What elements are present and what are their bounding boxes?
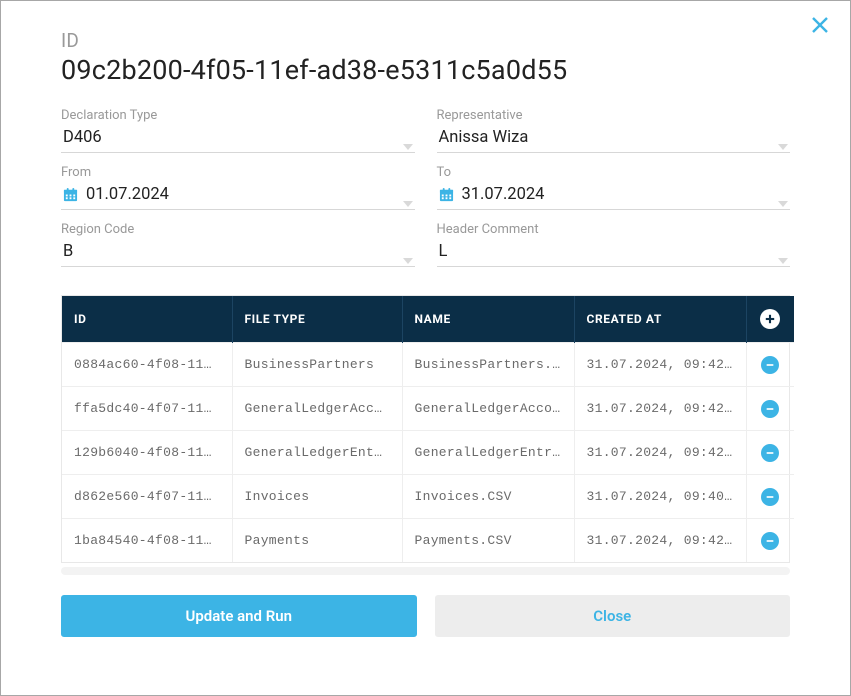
id-value: 09c2b200-4f05-11ef-ad38-e5311c5a0d55 [61, 54, 790, 86]
declaration-type-field[interactable]: Declaration Type D406 [61, 108, 415, 153]
table-row[interactable]: 129b6040-4f08-11ef…GeneralLedgerEntriesG… [62, 431, 794, 475]
field-label: Declaration Type [61, 108, 415, 123]
remove-row-button[interactable] [761, 356, 779, 374]
representative-field[interactable]: Representative Anissa Wiza [437, 108, 791, 153]
table-header-row: ID FILE TYPE NAME CREATED AT [62, 296, 794, 343]
cell-created-at: 31.07.2024, 09:42:19 [574, 343, 746, 387]
cell-file-type: GeneralLedgerEntries [232, 431, 402, 475]
from-date-field[interactable]: From 01.07.2024 [61, 165, 415, 210]
remove-row-button[interactable] [761, 532, 779, 550]
cell-id: ffa5dc40-4f07-11ef-… [62, 387, 232, 431]
modal-dialog: ID 09c2b200-4f05-11ef-ad38-e5311c5a0d55 … [0, 0, 851, 696]
col-header-created-at[interactable]: CREATED AT [574, 296, 746, 343]
chevron-down-icon [778, 135, 788, 141]
cell-actions [746, 343, 794, 387]
cell-name: Payments.CSV [402, 519, 574, 563]
field-label: To [437, 165, 791, 180]
field-label: Region Code [61, 222, 415, 237]
field-value: 01.07.2024 [86, 185, 169, 204]
update-and-run-button[interactable]: Update and Run [61, 595, 417, 637]
cell-file-type: Invoices [232, 475, 402, 519]
cell-name: Invoices.CSV [402, 475, 574, 519]
cell-actions [746, 387, 794, 431]
cell-created-at: 31.07.2024, 09:42:51 [574, 519, 746, 563]
cell-actions [746, 475, 794, 519]
chevron-down-icon [403, 135, 413, 141]
field-value: B [63, 242, 73, 261]
field-label: Header Comment [437, 222, 791, 237]
col-header-actions [746, 296, 794, 343]
table-row[interactable]: d862e560-4f07-11ef…InvoicesInvoices.CSV3… [62, 475, 794, 519]
col-header-id[interactable]: ID [62, 296, 232, 343]
add-row-button[interactable] [760, 309, 780, 329]
form-row: Region Code B Header Comment L [61, 222, 790, 267]
cell-id: 1ba84540-4f08-11ef… [62, 519, 232, 563]
col-header-file-type[interactable]: FILE TYPE [232, 296, 402, 343]
chevron-down-icon [778, 249, 788, 255]
field-value: D406 [63, 128, 102, 147]
cell-id: 0884ac60-4f08-11ef… [62, 343, 232, 387]
cell-created-at: 31.07.2024, 09:40:58 [574, 475, 746, 519]
calendar-icon [439, 187, 454, 202]
form-row: Declaration Type D406 Representative Ani… [61, 108, 790, 153]
remove-row-button[interactable] [761, 444, 779, 462]
cell-name: BusinessPartners.CSV [402, 343, 574, 387]
to-date-field[interactable]: To 31.07.2024 [437, 165, 791, 210]
close-icon[interactable] [810, 15, 830, 35]
chevron-down-icon [403, 249, 413, 255]
calendar-icon [63, 187, 78, 202]
field-value: Anissa Wiza [439, 128, 529, 147]
header-comment-field[interactable]: Header Comment L [437, 222, 791, 267]
col-header-name[interactable]: NAME [402, 296, 574, 343]
table-row[interactable]: ffa5dc40-4f07-11ef-…GeneralLedgerAccou…G… [62, 387, 794, 431]
table-row[interactable]: 1ba84540-4f08-11ef…PaymentsPayments.CSV3… [62, 519, 794, 563]
chevron-down-icon [778, 192, 788, 198]
cell-actions [746, 431, 794, 475]
id-label: ID [61, 29, 790, 52]
region-code-field[interactable]: Region Code B [61, 222, 415, 267]
cell-file-type: Payments [232, 519, 402, 563]
button-row: Update and Run Close [61, 595, 790, 637]
close-button[interactable]: Close [435, 595, 791, 637]
cell-created-at: 31.07.2024, 09:42:04 [574, 387, 746, 431]
table-row[interactable]: 0884ac60-4f08-11ef…BusinessPartnersBusin… [62, 343, 794, 387]
cell-name: GeneralLedgerEntries… [402, 431, 574, 475]
field-value: 31.07.2024 [462, 185, 545, 204]
cell-actions [746, 519, 794, 563]
remove-row-button[interactable] [761, 488, 779, 506]
cell-id: 129b6040-4f08-11ef… [62, 431, 232, 475]
remove-row-button[interactable] [761, 400, 779, 418]
form-row: From 01.07.2024 To 31.07.2 [61, 165, 790, 210]
cell-created-at: 31.07.2024, 09:42:36 [574, 431, 746, 475]
cell-id: d862e560-4f07-11ef… [62, 475, 232, 519]
field-label: From [61, 165, 415, 180]
chevron-down-icon [403, 192, 413, 198]
cell-name: GeneralLedgerAccou… [402, 387, 574, 431]
cell-file-type: GeneralLedgerAccou… [232, 387, 402, 431]
files-table: ID FILE TYPE NAME CREATED AT 0884ac60-4f… [61, 295, 790, 563]
field-label: Representative [437, 108, 791, 123]
cell-file-type: BusinessPartners [232, 343, 402, 387]
modal-content: ID 09c2b200-4f05-11ef-ad38-e5311c5a0d55 … [1, 1, 850, 661]
field-value: L [439, 242, 448, 261]
horizontal-scrollbar[interactable] [61, 567, 790, 575]
